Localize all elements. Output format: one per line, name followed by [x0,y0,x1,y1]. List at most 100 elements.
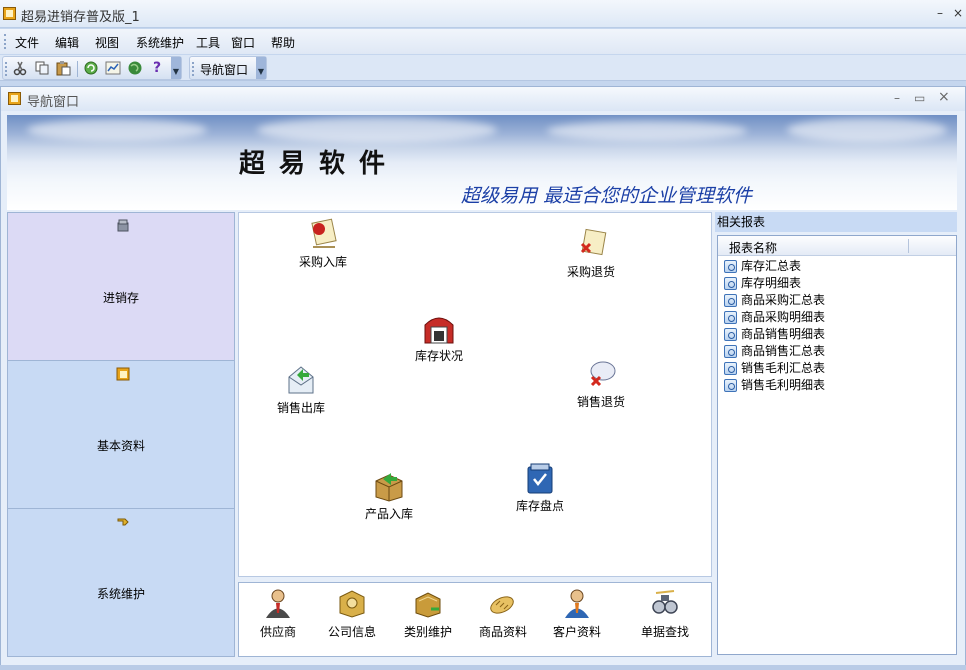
module-label: 库存盘点 [516,499,565,513]
module-label: 库存状况 [415,349,464,363]
nav-item-label: 系统维护 [96,587,145,601]
menu-tools[interactable]: 工具 [196,34,220,51]
menu-bar: 文件 编辑 视图 系统维护 工具 窗口 帮助 [0,29,966,54]
paste-icon[interactable] [55,60,71,76]
toolbar-overflow-button[interactable]: ▼ [256,57,266,79]
cloud-decoration [787,118,947,142]
nav-window-minimize-button[interactable]: – [894,91,900,105]
refresh-icon[interactable] [83,60,99,76]
menu-system-maintenance[interactable]: 系统维护 [136,34,184,51]
cloud-decoration [27,119,207,141]
menu-window[interactable]: 窗口 [231,34,255,51]
menu-help[interactable]: 帮助 [271,34,295,51]
nav-window-button[interactable]: 导航窗口 [200,61,248,78]
nav-window-restore-button[interactable]: ▭ [914,91,925,105]
nav-window-close-button[interactable]: × [938,89,950,105]
quick-item-document-search[interactable]: 单据查找 [635,587,695,640]
copy-icon[interactable] [34,60,50,76]
report-row[interactable]: 商品销售汇总表 [722,343,825,360]
report-row[interactable]: 库存汇总表 [722,258,801,275]
app-minimize-button[interactable]: – [934,6,946,20]
module-label: 采购入库 [299,255,348,269]
report-name: 商品采购明细表 [741,310,826,324]
report-row[interactable]: 商品销售明细表 [722,326,825,343]
quick-item-category[interactable]: 类别维护 [398,587,458,640]
report-row[interactable]: 商品采购明细表 [722,309,825,326]
module-product-in[interactable]: 产品入库 [365,469,413,522]
report-row[interactable]: 商品采购汇总表 [722,292,825,309]
report-name: 销售毛利明细表 [741,378,826,392]
module-stock-check[interactable]: 库存盘点 [516,461,564,514]
report-icon [724,379,737,392]
app-titlebar: 超易进销存普及版_1 – × [0,0,966,28]
left-nav-panel: 进销存 基本资料 系统维护 [7,212,235,657]
report-name: 销售毛利汇总表 [741,361,826,375]
sales-return-icon [583,357,619,391]
brand-slogan: 超级易用 最适合您的企业管理软件 [461,185,753,207]
menu-file[interactable]: 文件 [15,34,39,51]
report-row[interactable]: 销售毛利汇总表 [722,360,825,377]
quick-item-label: 类别维护 [403,625,452,639]
report-icon [724,328,737,341]
window-bottom-border [0,665,966,670]
nav-item-basic-data[interactable]: 基本资料 [8,361,234,509]
report-row[interactable]: 销售毛利明细表 [722,377,825,394]
menu-edit[interactable]: 编辑 [55,34,79,51]
reports-column-header[interactable]: 报表名称 [718,236,956,256]
reports-list: 报表名称 库存汇总表 库存明细表 商品采购汇总表 商品采购明细表 商品销售明细表… [717,235,957,655]
module-purchase-return[interactable]: 采购退货 [567,227,615,280]
chart-icon[interactable] [105,60,121,76]
book-icon [337,587,367,619]
brand-name: 超易软件 [239,149,400,179]
brand-banner: 超易软件 超级易用 最适合您的企业管理软件 [7,115,957,210]
module-inventory-status[interactable]: 库存状况 [415,311,463,364]
window-icon [8,92,21,105]
product-in-icon [371,469,407,503]
report-icon [724,260,737,273]
report-row[interactable]: 库存明细表 [722,275,801,292]
globe-icon[interactable] [127,60,143,76]
cloud-decoration [257,117,497,143]
quick-item-label: 供应商 [259,625,296,639]
report-name: 商品销售汇总表 [741,344,826,358]
toolbar: ? ▼ 导航窗口 ▼ [0,55,966,81]
toolbar-overflow-button[interactable]: ▼ [171,57,181,79]
column-divider[interactable] [908,239,909,253]
quick-item-supplier[interactable]: 供应商 [248,587,308,640]
quick-item-label: 客户资料 [552,625,601,639]
module-purchase-in[interactable]: 采购入库 [299,217,347,270]
quick-item-company-info[interactable]: 公司信息 [322,587,382,640]
module-area: 采购入库 采购退货 库存状况 销售出库 销售退货 产品入库 库存盘点 [238,212,712,577]
module-label: 采购退货 [567,265,616,279]
module-sales-return[interactable]: 销售退货 [577,357,625,410]
stock-check-icon [522,461,558,495]
quick-item-label: 单据查找 [640,625,689,639]
sales-out-icon [283,363,319,397]
bread-icon [488,587,518,619]
toolbar-grip[interactable] [192,62,194,76]
quick-item-customer[interactable]: 客户资料 [547,587,607,640]
help-icon[interactable]: ? [149,60,165,76]
reports-panel-title: 相关报表 [715,212,957,232]
quick-item-label: 商品资料 [478,625,527,639]
toolbar-navigation: 导航窗口 ▼ [189,56,267,80]
toolbar-standard: ? ▼ [2,56,182,80]
module-label: 销售出库 [277,401,326,415]
nav-item-inventory[interactable]: 进销存 [8,213,234,361]
menubar-grip[interactable] [4,34,6,49]
module-sales-out[interactable]: 销售出库 [277,363,325,416]
warehouse-icon [421,311,457,345]
quick-item-product-data[interactable]: 商品资料 [473,587,533,640]
purchase-return-icon [573,227,609,261]
cut-icon[interactable] [12,60,28,76]
menu-view[interactable]: 视图 [95,34,119,51]
person-icon [562,587,592,619]
app-close-button[interactable]: × [952,6,964,20]
nav-item-system-maintenance[interactable]: 系统维护 [8,509,234,657]
folder-icon [116,367,130,381]
nav-window-title: 导航窗口 [27,95,80,110]
app-icon [3,7,16,20]
column-header-report-name: 报表名称 [729,241,778,255]
toolbar-grip[interactable] [5,62,7,76]
report-icon [724,362,737,375]
